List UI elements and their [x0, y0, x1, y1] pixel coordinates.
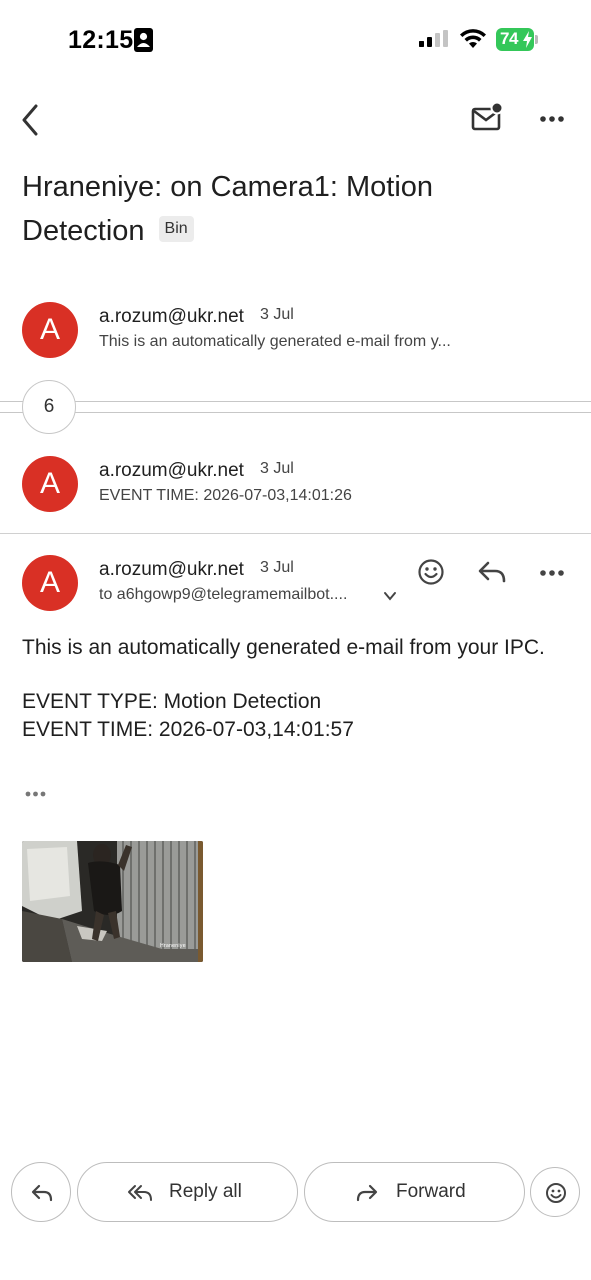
sender-email: a.rozum@ukr.net — [99, 306, 244, 327]
mark-unread-icon[interactable] — [468, 101, 504, 135]
wifi-icon — [460, 29, 486, 48]
snapshot-watermark: Hraneniye — [160, 943, 186, 949]
subject-title: Hraneniye: on Camera1: Motion Detection — [22, 171, 434, 247]
emoji-icon — [546, 1183, 566, 1203]
attachment-thumbnail[interactable]: Hraneniye — [22, 841, 203, 962]
message-date: 3 Jul — [260, 460, 294, 477]
show-trimmed-content-icon[interactable] — [22, 785, 50, 803]
label-chip-bin[interactable]: Bin — [158, 216, 194, 243]
chevron-down-icon[interactable] — [382, 589, 398, 603]
recipient-line[interactable]: to a6hgowp9@telegramemailbot.... — [99, 586, 379, 604]
back-arrow-icon[interactable] — [14, 100, 50, 140]
status-bar: 12:15 74 — [0, 0, 591, 80]
message-snippet: This is an automatically generated e-mai… — [99, 333, 451, 350]
reply-icon — [31, 1184, 53, 1202]
collapsed-messages-count[interactable]: 6 — [22, 380, 76, 434]
avatar[interactable]: A — [22, 302, 78, 358]
body-line: EVENT TIME: 2026-07-03,14:01:57 — [22, 718, 354, 741]
message-divider — [0, 533, 591, 534]
reply-all-icon — [128, 1185, 152, 1201]
reply-button[interactable] — [11, 1162, 71, 1222]
camera-snapshot-image: Hraneniye — [22, 841, 203, 962]
status-time: 12:15 — [68, 26, 134, 54]
sender-email[interactable]: a.rozum@ukr.net — [99, 559, 244, 581]
battery-indicator: 74 — [496, 28, 538, 51]
more-options-icon[interactable] — [534, 106, 570, 132]
forward-label: Forward — [396, 1181, 466, 1202]
sender-email: a.rozum@ukr.net — [99, 460, 244, 481]
cellular-signal-icon — [419, 30, 448, 47]
message-body: This is an automatically generated e-mai… — [22, 634, 562, 744]
emoji-reaction-icon[interactable] — [416, 557, 446, 587]
message-more-options-icon[interactable] — [534, 560, 570, 586]
body-line: EVENT TYPE: Motion Detection — [22, 690, 322, 713]
emoji-react-button[interactable] — [530, 1167, 580, 1217]
battery-level: 74 — [500, 29, 518, 48]
forward-icon — [356, 1184, 378, 1202]
forward-button[interactable]: Forward — [304, 1162, 525, 1222]
reply-all-button[interactable]: Reply all — [77, 1162, 298, 1222]
body-line: This is an automatically generated e-mai… — [22, 636, 545, 659]
charging-bolt-icon — [523, 31, 532, 48]
reply-all-label: Reply all — [169, 1181, 242, 1202]
collapsed-messages-divider[interactable] — [0, 401, 591, 413]
email-subject: Hraneniye: on Camera1: Motion Detection B… — [22, 165, 542, 253]
message-date: 3 Jul — [260, 559, 294, 576]
reply-icon[interactable] — [476, 557, 508, 587]
message-snippet: EVENT TIME: 2026-07-03,14:01:26 — [99, 487, 352, 504]
contact-card-icon — [134, 28, 153, 52]
avatar[interactable]: A — [22, 555, 78, 611]
message-date: 3 Jul — [260, 306, 294, 323]
avatar[interactable]: A — [22, 456, 78, 512]
